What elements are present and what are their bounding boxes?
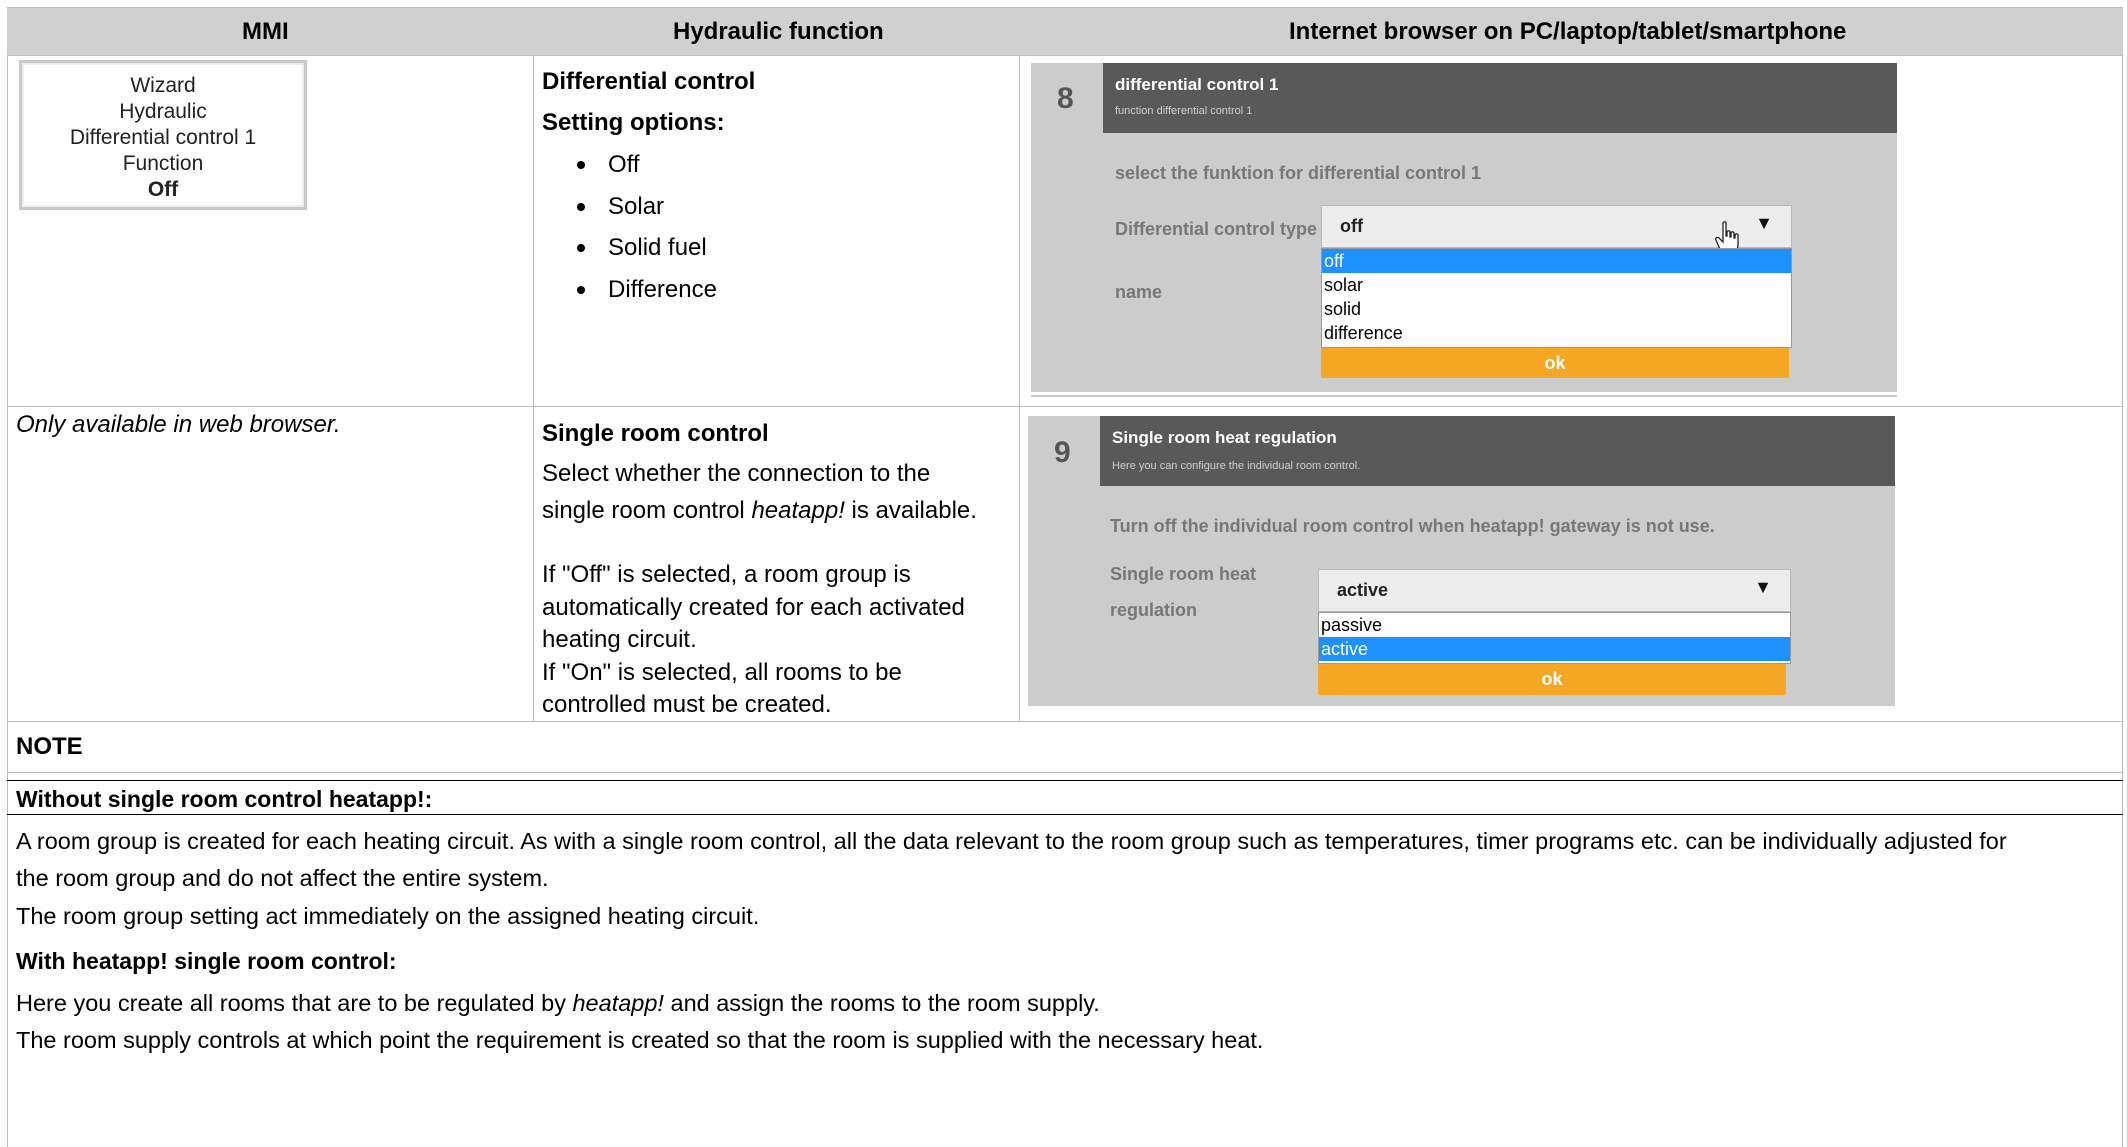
col-divider-1 (533, 56, 534, 721)
document-page: MMI Hydraulic function Internet browser … (0, 0, 2127, 1147)
header-mmi: MMI (242, 18, 289, 45)
dropdown-option[interactable]: solid (1322, 297, 1791, 321)
row-divider (7, 406, 2123, 407)
bullet-icon (577, 161, 585, 169)
header-hydraulic-function: Hydraulic function (673, 18, 884, 45)
row2-title: Single room control (542, 420, 769, 447)
ok-button[interactable]: ok (1321, 348, 1789, 378)
mmi-line: Wizard (130, 74, 196, 97)
note-subheading-rule (7, 780, 2123, 781)
browser-screen-9: 9 Single room heat regulation Here you c… (1028, 416, 1895, 706)
desc-text: single room control (542, 497, 752, 524)
mmi-line: Function (122, 152, 204, 175)
note-divider (7, 772, 2123, 773)
note-text: and assign the rooms to the room supply. (663, 990, 1100, 1016)
row2-p2-line: heating circuit. (542, 626, 697, 653)
heatapp-emphasis: heatapp! (751, 497, 845, 524)
screen-title-bar: Single room heat regulation Here you can… (1100, 416, 1895, 486)
field-label: regulation (1110, 600, 1198, 620)
header-internet-browser: Internet browser on PC/laptop/tablet/sma… (1289, 18, 1847, 45)
dropdown-option[interactable]: off (1322, 249, 1791, 273)
note-text: Here you create all rooms that are to be… (16, 990, 573, 1016)
dropdown-option[interactable]: solar (1322, 273, 1791, 297)
mmi-line-value: Off (147, 178, 179, 201)
dropdown-arrow-icon[interactable]: ▼ (1755, 213, 1773, 234)
note-subheading-rule (7, 814, 2123, 815)
col-divider-2 (1019, 56, 1020, 721)
option-item: Solid fuel (608, 234, 707, 261)
desc-text: is available. (844, 497, 977, 524)
bullet-icon (577, 244, 585, 252)
note-heading: NOTE (16, 733, 83, 760)
dropdown-list: passive active (1318, 612, 1791, 664)
field-label-name: name (1115, 282, 1163, 302)
row1-title: Differential control (542, 68, 756, 95)
note-paragraph: A room group is created for each heating… (16, 828, 2007, 854)
room-regulation-select[interactable]: active ▼ (1318, 569, 1791, 612)
note-paragraph: The room supply controls at which point … (16, 1027, 1264, 1053)
table-bottom-line (7, 721, 2123, 722)
screen-title-bar: differential control 1 function differen… (1103, 63, 1897, 133)
instruction-text: Turn off the individual room control whe… (1110, 516, 1715, 536)
row2-desc-line: single room control heatapp! is availabl… (542, 494, 977, 527)
option-item: Off (608, 151, 640, 178)
option-item: Solar (608, 193, 665, 220)
instruction-text: select the funktion for differential con… (1115, 163, 1482, 183)
screen-title: differential control 1 (1115, 75, 1279, 94)
ok-button[interactable]: ok (1318, 664, 1786, 695)
dropdown-arrow-icon[interactable]: ▼ (1754, 577, 1772, 598)
bullet-icon (577, 286, 585, 294)
mmi-display: Wizard Hydraulic Differential control 1 … (19, 60, 307, 210)
step-number: 8 (1057, 82, 1074, 115)
note-paragraph: Here you create all rooms that are to be… (16, 987, 1100, 1020)
row2-p2-line: automatically created for each activated (542, 594, 965, 621)
mmi-line: Hydraulic (119, 100, 207, 123)
mmi-line: Differential control 1 (69, 126, 257, 149)
row2-p2-line: controlled must be created. (542, 691, 832, 718)
browser-screen-8: 8 differential control 1 function differ… (1031, 63, 1897, 397)
note-paragraph: The room group setting act immediately o… (16, 903, 760, 929)
note-subheading: Without single room control heatapp!: (16, 786, 433, 812)
heatapp-emphasis: heatapp! (572, 990, 664, 1016)
dropdown-option[interactable]: difference (1322, 321, 1791, 345)
dropdown-option[interactable]: active (1319, 637, 1790, 661)
select-value: off (1340, 216, 1363, 236)
row2-desc-line: Select whether the connection to the (542, 460, 931, 487)
screen-title: Single room heat regulation (1112, 428, 1337, 447)
mmi-web-only-note: Only available in web browser. (16, 411, 341, 438)
screen-subtitle: Here you can configure the individual ro… (1112, 460, 1361, 472)
note-paragraph: the room group and do not affect the ent… (16, 865, 549, 891)
screen-subtitle: function differential control 1 (1115, 105, 1253, 117)
field-label: Single room heat (1110, 564, 1257, 584)
field-label-type: Differential control type (1115, 219, 1318, 239)
setting-options-label: Setting options: (542, 109, 725, 136)
option-item: Difference (608, 276, 717, 303)
screen-bottom-line (1031, 392, 1897, 395)
row2-p2-line: If "Off" is selected, a room group is (542, 561, 911, 588)
note-subheading: With heatapp! single room control: (16, 948, 397, 974)
dropdown-list: off solar solid difference (1321, 248, 1792, 348)
bullet-icon (577, 203, 585, 211)
step-number: 9 (1054, 436, 1071, 469)
dropdown-option[interactable]: passive (1319, 613, 1790, 637)
select-value: active (1337, 580, 1389, 600)
table-header: MMI Hydraulic function Internet browser … (7, 7, 2123, 56)
row2-p2-line: If "On" is selected, all rooms to be (542, 659, 902, 686)
